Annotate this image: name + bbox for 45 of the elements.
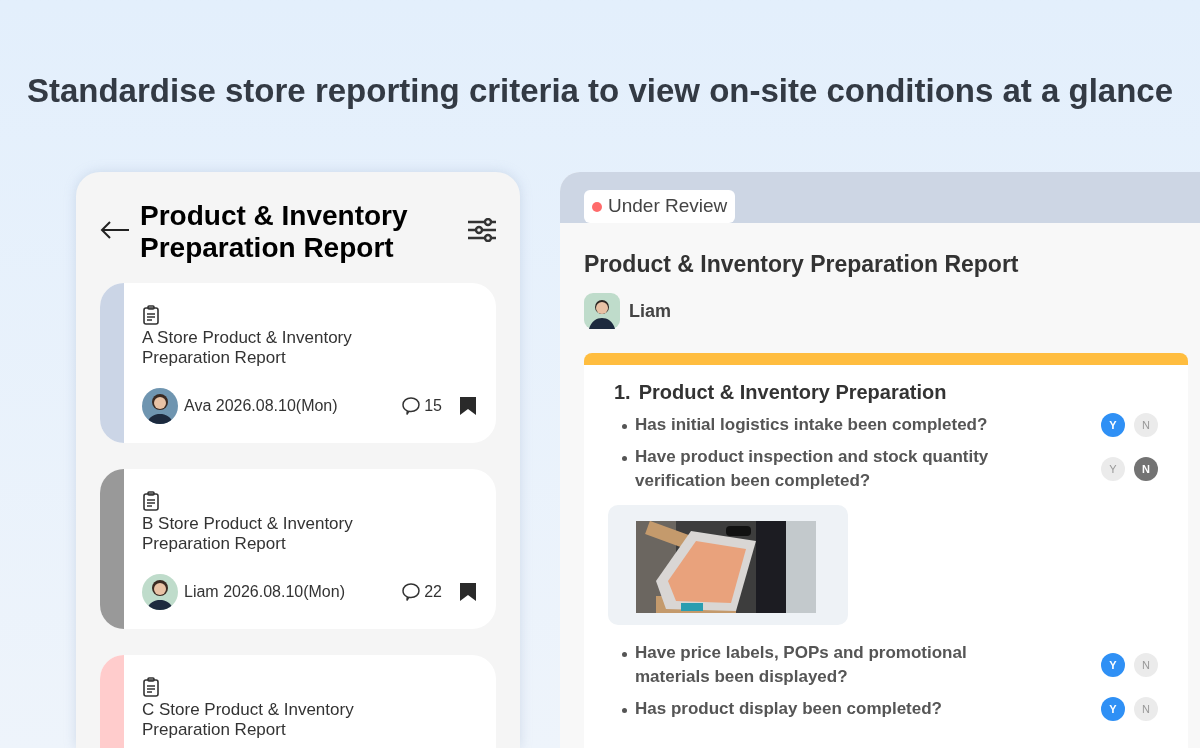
status-label: Under Review xyxy=(608,194,728,219)
author-name: Liam xyxy=(629,299,671,323)
answer-option[interactable]: N xyxy=(1134,413,1158,437)
answer-option[interactable]: Y xyxy=(1101,653,1125,677)
section-number: 1. xyxy=(614,380,631,405)
question-text: Have price labels, POPs and promotional materials been displayed? xyxy=(635,642,968,688)
avatar-icon xyxy=(584,293,620,329)
author-date: Liam 2026.08.10(Mon) xyxy=(184,582,345,602)
page-title: Product & Inventory Preparation Report xyxy=(140,200,409,264)
question-text: Has product display been completed? xyxy=(635,698,943,720)
answer-option[interactable]: N xyxy=(1134,653,1158,677)
question-text: Has initial logistics intake been completed? xyxy=(635,414,989,436)
comment-count: 15 xyxy=(424,396,442,416)
headline: Standardise store reporting criteria to view on-site conditions at a glance xyxy=(26,71,1174,111)
question-text: Have product inspection and stock quantity verification been completed? xyxy=(635,446,990,492)
answer-option[interactable]: Y xyxy=(1101,413,1125,437)
report-title: A Store Product & Inventory Preparation Report xyxy=(142,328,353,368)
bullet-icon xyxy=(622,456,627,461)
section-title: Product & Inventory Preparation xyxy=(638,380,947,405)
report-title: C Store Product & Inventory Preparation Report xyxy=(142,700,355,740)
bookmark-icon[interactable] xyxy=(460,583,476,601)
bookmark-icon[interactable] xyxy=(460,397,476,415)
report-card[interactable]: C Store Product & Inventory Preparation Report xyxy=(100,655,496,748)
clipboard-icon xyxy=(142,305,160,325)
answer-option[interactable]: N xyxy=(1134,697,1158,721)
avatar-icon xyxy=(142,574,178,610)
bullet-icon xyxy=(622,652,627,657)
answer-option[interactable]: N xyxy=(1134,457,1158,481)
comment-icon[interactable] xyxy=(401,396,422,416)
clipboard-icon xyxy=(142,677,160,697)
author-date: Ava 2026.08.10(Mon) xyxy=(184,396,338,416)
report-title: B Store Product & Inventory Preparation Report xyxy=(142,514,354,554)
report-title: Product & Inventory Preparation Report xyxy=(584,250,1020,279)
answer-option[interactable]: Y xyxy=(1101,457,1125,481)
answer-option[interactable]: Y xyxy=(1101,697,1125,721)
bullet-icon xyxy=(622,708,627,713)
back-arrow-icon[interactable] xyxy=(100,220,130,240)
comment-count: 22 xyxy=(424,582,442,602)
comment-icon[interactable] xyxy=(401,582,422,602)
report-card[interactable]: B Store Product & Inventory Preparation Report Liam 2026.08.10(Mon) 22 xyxy=(100,469,496,629)
report-card[interactable]: A Store Product & Inventory Preparation Report Ava 2026.08.10(Mon) 15 xyxy=(100,283,496,443)
bullet-icon xyxy=(622,424,627,429)
avatar-icon xyxy=(142,388,178,424)
filter-icon[interactable] xyxy=(468,218,496,242)
clipboard-icon xyxy=(142,491,160,511)
